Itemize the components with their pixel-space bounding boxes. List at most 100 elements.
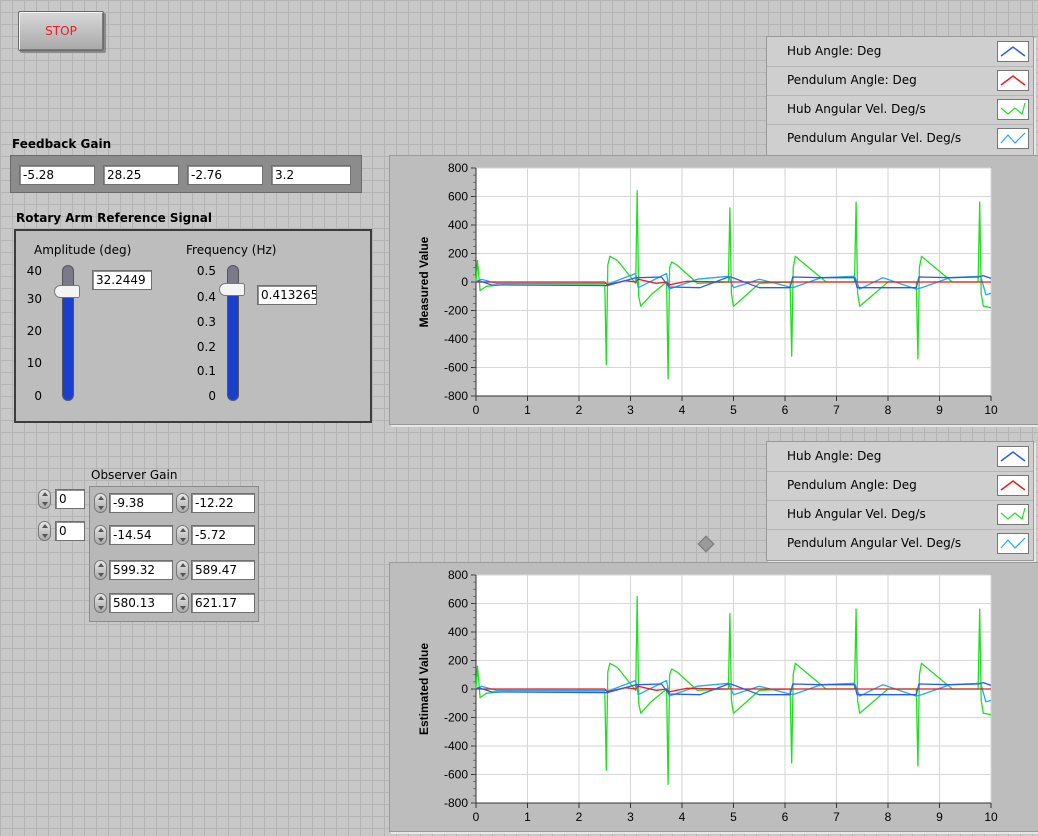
y-tick-label: 200: [448, 247, 468, 261]
frequency-tick: 0.4: [196, 290, 216, 304]
observer-gain-cell[interactable]: 589.47: [191, 560, 255, 580]
measured-plot-legend: Hub Angle: Deg Pendulum Angle: Deg Hub A…: [766, 36, 1034, 156]
legend-label: Hub Angular Vel. Deg/s: [787, 507, 926, 521]
legend-item[interactable]: Pendulum Angle: Deg: [767, 66, 1033, 96]
feedback-gain-field-4[interactable]: 3.2: [271, 165, 351, 185]
reference-signal-label: Rotary Arm Reference Signal: [16, 211, 212, 225]
amplitude-tick: 0: [34, 389, 42, 403]
cursor-marker-icon: [697, 535, 715, 553]
feedback-gain-label: Feedback Gain: [12, 137, 112, 151]
feedback-gain-field-1[interactable]: -5.28: [19, 165, 95, 185]
legend-item[interactable]: Hub Angle: Deg: [767, 37, 1033, 67]
frequency-tick: 0.2: [196, 340, 216, 354]
feedback-gain-field-2[interactable]: 28.25: [103, 165, 179, 185]
legend-label: Hub Angular Vel. Deg/s: [787, 102, 926, 116]
legend-label: Pendulum Angular Vel. Deg/s: [787, 536, 962, 550]
y-tick-label: -400: [444, 332, 468, 346]
x-tick-label: 9: [936, 810, 943, 824]
x-tick-label: 5: [730, 810, 737, 824]
x-tick-label: 0: [473, 403, 480, 417]
legend-swatch-icon: [997, 70, 1029, 91]
y-axis-title: Measured Value: [417, 236, 431, 327]
feedback-gain-array: -5.28 28.25 -2.76 3.2: [10, 155, 362, 193]
y-tick-label: -600: [444, 361, 468, 375]
y-tick-label: -600: [444, 768, 468, 782]
legend-label: Hub Angle: Deg: [787, 449, 882, 463]
y-tick-label: -800: [444, 796, 468, 810]
x-tick-label: 3: [627, 810, 634, 824]
legend-item[interactable]: Hub Angular Vel. Deg/s: [767, 500, 1033, 530]
legend-item[interactable]: Hub Angular Vel. Deg/s: [767, 95, 1033, 125]
frequency-value-field[interactable]: 0.413265: [257, 285, 317, 305]
legend-swatch-icon: [997, 128, 1029, 149]
observer-gain-cell[interactable]: 621.17: [191, 593, 255, 613]
y-tick-label: 0: [461, 682, 468, 696]
frequency-tick: 0.1: [196, 364, 216, 378]
legend-label: Pendulum Angle: Deg: [787, 478, 917, 492]
y-tick-label: -200: [444, 711, 468, 725]
frequency-label: Frequency (Hz): [186, 243, 277, 257]
x-tick-label: 1: [524, 810, 531, 824]
y-tick-label: -400: [444, 739, 468, 753]
x-tick-label: 0: [473, 810, 480, 824]
x-tick-label: 2: [576, 403, 583, 417]
frequency-slider-thumb[interactable]: [219, 282, 245, 296]
amplitude-slider-thumb[interactable]: [54, 285, 80, 299]
legend-label: Pendulum Angle: Deg: [787, 73, 917, 87]
observer-gain-cell[interactable]: 599.32: [109, 560, 173, 580]
y-tick-label: 400: [448, 218, 468, 232]
increment-decrement-icon[interactable]: [176, 525, 189, 545]
x-tick-label: 7: [833, 403, 840, 417]
legend-item[interactable]: Hub Angle: Deg: [767, 442, 1033, 472]
x-tick-label: 4: [679, 810, 686, 824]
amplitude-tick: 40: [26, 264, 42, 278]
index-row-field[interactable]: 0: [55, 489, 85, 509]
observer-gain-cell[interactable]: -14.54: [109, 525, 173, 545]
x-tick-label: 10: [984, 403, 998, 417]
observer-gain-cell[interactable]: -12.22: [191, 493, 255, 513]
increment-decrement-icon[interactable]: [94, 593, 107, 613]
frequency-tick: 0.5: [196, 264, 216, 278]
observer-gain-matrix: -9.38 -12.22 -14.54 -5.72 599.32 589.47 …: [89, 486, 259, 622]
increment-decrement-icon[interactable]: [176, 493, 189, 513]
frequency-slider-fill: [228, 287, 238, 400]
index-spinner-row[interactable]: [38, 489, 51, 509]
estimated-plot-legend: Hub Angle: Deg Pendulum Angle: Deg Hub A…: [766, 441, 1034, 561]
x-tick-label: 10: [984, 810, 998, 824]
measured-value-chart[interactable]: 0 1 2 3 4 5 6 7 8 9 10 800 600 400 200 0 -200 -400 -600 -80…: [389, 155, 1038, 425]
increment-decrement-icon[interactable]: [176, 593, 189, 613]
increment-decrement-icon[interactable]: [176, 560, 189, 580]
x-tick-label: 5: [730, 403, 737, 417]
x-tick-label: 6: [782, 810, 789, 824]
observer-gain-cell[interactable]: -5.72: [191, 525, 255, 545]
feedback-gain-field-3[interactable]: -2.76: [187, 165, 263, 185]
x-tick-label: 2: [576, 810, 583, 824]
legend-swatch-icon: [997, 99, 1029, 120]
index-spinner-column[interactable]: [38, 521, 51, 541]
observer-gain-cell[interactable]: 580.13: [109, 593, 173, 613]
x-tick-label: 8: [885, 810, 892, 824]
x-tick-label: 7: [833, 810, 840, 824]
observer-gain-cell[interactable]: -9.38: [109, 493, 173, 513]
stop-button[interactable]: STOP: [18, 11, 104, 51]
increment-decrement-icon[interactable]: [94, 560, 107, 580]
y-tick-label: 200: [448, 654, 468, 668]
y-tick-label: 600: [448, 597, 468, 611]
legend-swatch-icon: [997, 504, 1029, 525]
increment-decrement-icon[interactable]: [94, 493, 107, 513]
frequency-tick: 0.3: [196, 315, 216, 329]
legend-item[interactable]: Pendulum Angle: Deg: [767, 471, 1033, 501]
legend-item[interactable]: Pendulum Angular Vel. Deg/s: [767, 529, 1033, 558]
amplitude-value-field[interactable]: 32.2449: [92, 270, 152, 290]
y-tick-label: 800: [448, 568, 468, 582]
x-tick-label: 8: [885, 403, 892, 417]
y-tick-label: 400: [448, 625, 468, 639]
index-column-field[interactable]: 0: [55, 521, 85, 541]
increment-decrement-icon[interactable]: [94, 525, 107, 545]
measured-value-plot: 0 1 2 3 4 5 6 7 8 9 10 800 600 400 200 0 -200 -400 -600 -80…: [417, 161, 998, 417]
legend-label: Pendulum Angular Vel. Deg/s: [787, 131, 962, 145]
legend-item[interactable]: Pendulum Angular Vel. Deg/s: [767, 124, 1033, 153]
estimated-value-chart[interactable]: 0 1 2 3 4 5 6 7 8 9 10 800 600 400 200 0 -200 -400 -600 -80…: [389, 562, 1038, 832]
legend-swatch-icon: [997, 475, 1029, 496]
legend-label: Hub Angle: Deg: [787, 44, 882, 58]
